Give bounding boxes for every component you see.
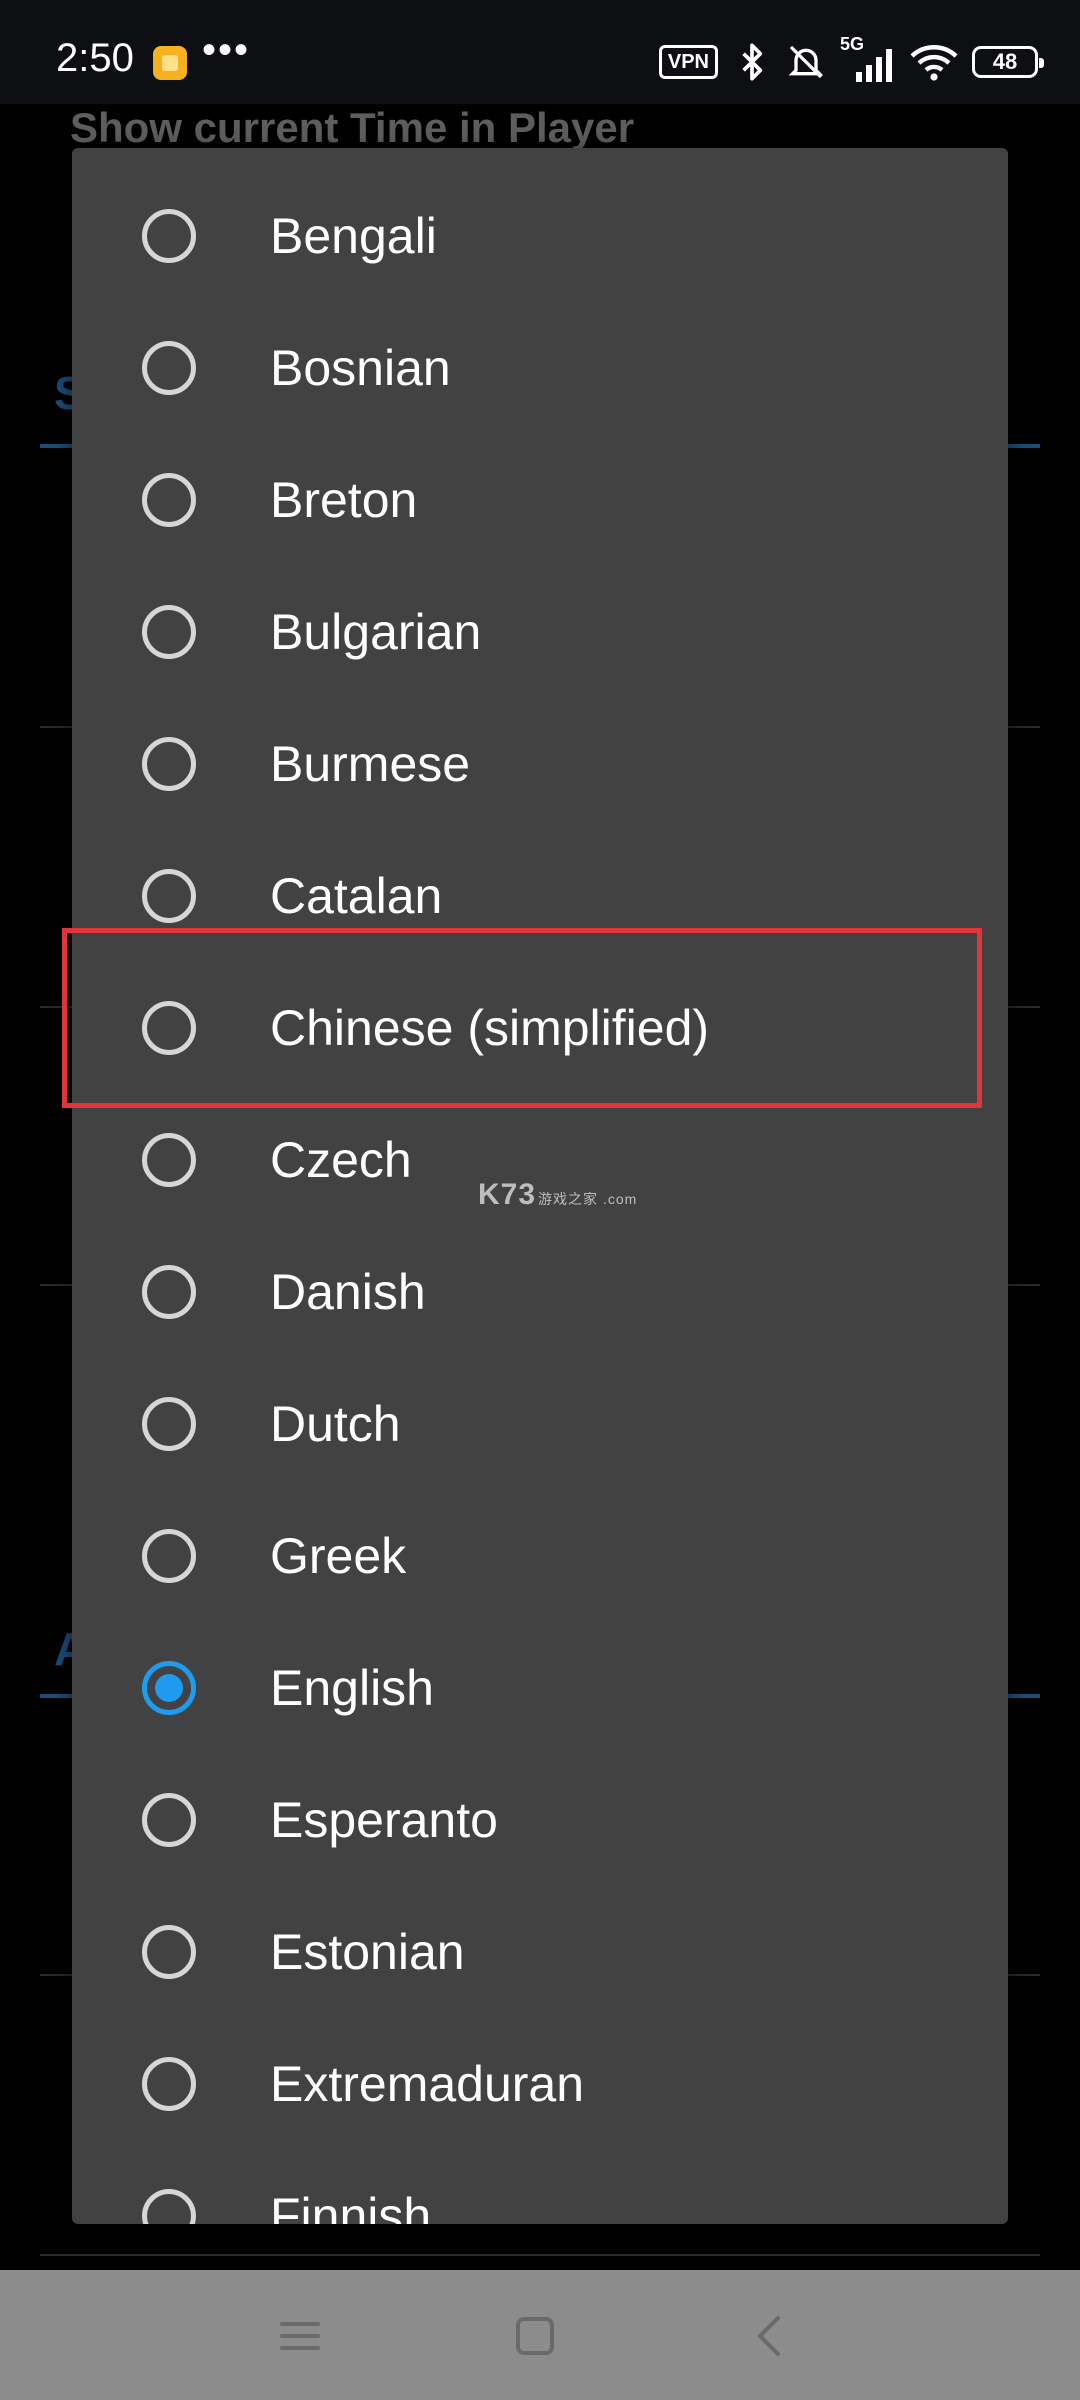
option-label: Greek [270,1528,407,1584]
radio-button[interactable] [142,737,196,791]
option-label: Esperanto [270,1792,498,1848]
radio-button[interactable] [142,605,196,659]
radio-button[interactable] [142,2189,196,2224]
signal-icon: 5G [840,34,896,82]
language-option-extremaduran[interactable]: Extremaduran [72,2018,1008,2150]
radio-button[interactable] [142,341,196,395]
radio-button[interactable] [142,1793,196,1847]
wifi-icon [910,45,958,81]
watermark-sub: 游戏之家 .com [538,1191,638,1207]
language-option-danish[interactable]: Danish [72,1226,1008,1358]
option-label: Czech [270,1132,412,1188]
language-option-bulgarian[interactable]: Bulgarian [72,566,1008,698]
radio-button[interactable] [142,869,196,923]
language-option-esperanto[interactable]: Esperanto [72,1754,1008,1886]
battery-icon: 48 [972,46,1044,78]
option-label: Breton [270,472,418,528]
radio-button[interactable] [142,2057,196,2111]
radio-button[interactable] [142,209,196,263]
watermark-logo: K73 游戏之家 .com [478,1178,637,1212]
radio-button[interactable] [142,1133,196,1187]
radio-button-checked[interactable] [142,1661,196,1715]
option-label: Extremaduran [270,2056,585,2112]
more-notifications-icon: ••• [202,28,251,72]
radio-button[interactable] [142,1265,196,1319]
back-icon[interactable] [740,2306,800,2366]
watermark-brand: K73 [478,1178,537,1211]
language-option-finnish[interactable]: Finnish [72,2150,1008,2224]
navigation-bar [0,2270,1080,2400]
language-option-estonian[interactable]: Estonian [72,1886,1008,2018]
option-label: Estonian [270,1924,465,1980]
option-label: Bengali [270,208,437,264]
option-label: Burmese [270,736,471,792]
menu-icon[interactable] [270,2306,330,2366]
home-icon[interactable] [505,2306,565,2366]
status-icons: VPN 5G 48 [658,34,1044,84]
language-option-dutch[interactable]: Dutch [72,1358,1008,1490]
language-option-burmese[interactable]: Burmese [72,698,1008,830]
language-option-greek[interactable]: Greek [72,1490,1008,1622]
radio-button[interactable] [142,1397,196,1451]
language-option-breton[interactable]: Breton [72,434,1008,566]
status-time: 2:50 [56,36,134,80]
language-option-bosnian[interactable]: Bosnian [72,302,1008,434]
divider [40,2254,1040,2256]
option-label: Bulgarian [270,604,482,660]
radio-button[interactable] [142,473,196,527]
radio-button[interactable] [142,1529,196,1583]
vpn-badge: VPN [658,45,718,79]
option-label: Catalan [270,868,443,924]
status-bar: 2:50 ••• VPN 5G 48 [0,0,1080,104]
language-option-english[interactable]: English [72,1622,1008,1754]
option-label: Dutch [270,1396,401,1452]
option-label: Bosnian [270,340,451,396]
app-notification-icon [153,46,187,80]
bell-muted-icon [788,45,824,79]
bluetooth-icon [742,43,763,81]
highlight-annotation-box [62,928,982,1108]
radio-button[interactable] [142,1925,196,1979]
option-label: Finnish [270,2188,432,2224]
option-label: English [270,1660,434,1716]
option-label: Danish [270,1264,426,1320]
language-option-bengali[interactable]: Bengali [72,170,1008,302]
background-setting-title: Show current Time in Player [70,104,635,151]
